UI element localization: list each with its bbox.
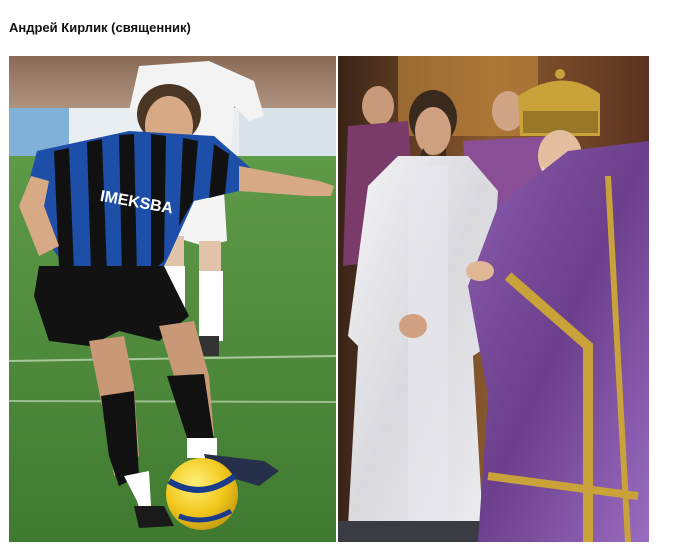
- footballer-illustration: IMEKSBA: [9, 56, 336, 542]
- ordination-illustration: [338, 56, 649, 542]
- footballer-photo: IMEKSBA: [9, 56, 336, 542]
- ordination-photo: [338, 56, 649, 542]
- page-title: Андрей Кирлик (священник): [9, 20, 191, 35]
- football-ball: [166, 458, 238, 530]
